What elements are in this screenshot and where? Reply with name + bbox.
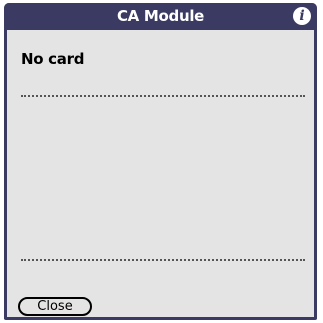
bottom-divider — [21, 259, 305, 261]
screen: CA Module i No card Close — [0, 0, 323, 323]
card-status-text: No card — [21, 50, 85, 68]
dialog-title: CA Module — [116, 7, 205, 25]
card-info-area — [21, 99, 305, 255]
info-icon[interactable]: i — [293, 7, 311, 25]
close-button[interactable]: Close — [18, 297, 92, 316]
ca-module-dialog: CA Module i No card Close — [4, 3, 317, 320]
top-divider — [21, 95, 305, 97]
title-bar: CA Module i — [4, 3, 317, 30]
